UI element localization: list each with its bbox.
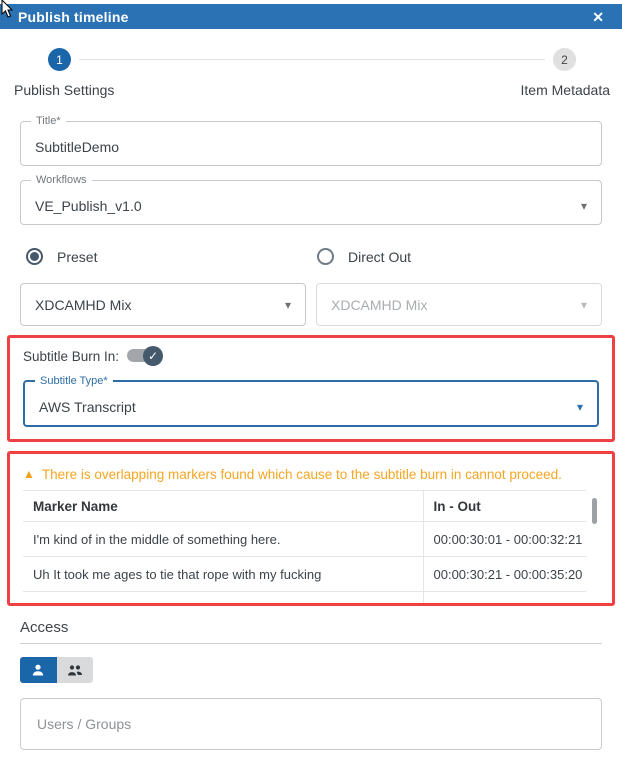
in-out-cell: 00:00:30:01 - 00:00:32:21 bbox=[423, 522, 586, 557]
subtitle-type-field[interactable]: Subtitle Type* AWS Transcript ▾ bbox=[23, 380, 599, 427]
dialog-header: Publish timeline ✕ bbox=[0, 4, 622, 29]
marker-name-cell bbox=[23, 592, 423, 604]
marker-name-cell: Uh It took me ages to tie that rope with… bbox=[23, 557, 423, 592]
users-group-icon bbox=[67, 664, 83, 677]
table-row-partial[interactable] bbox=[23, 592, 586, 604]
output-mode-radios: Preset Direct Out bbox=[20, 248, 602, 265]
radio-direct-out-label: Direct Out bbox=[348, 249, 411, 265]
column-header-marker-name: Marker Name bbox=[23, 491, 423, 522]
access-heading: Access bbox=[20, 619, 602, 636]
direct-out-dropdown-value: XDCAMHD Mix bbox=[331, 297, 427, 313]
table-scrollbar[interactable] bbox=[592, 498, 597, 524]
subtitle-burn-in-toggle[interactable]: ✓ bbox=[127, 346, 163, 366]
step-2-circle[interactable]: 2 bbox=[553, 48, 576, 71]
stepper-labels: Publish Settings Item Metadata bbox=[14, 82, 610, 98]
markers-table: Marker Name In - Out I'm kind of in the … bbox=[23, 490, 586, 603]
user-icon bbox=[31, 663, 45, 677]
preset-dropdown-row: XDCAMHD Mix ▾ XDCAMHD Mix ▾ bbox=[20, 283, 602, 326]
workflows-field[interactable]: Workflows VE_Publish_v1.0 ▾ bbox=[20, 180, 602, 225]
title-field[interactable]: Title* bbox=[20, 121, 602, 166]
warning-message: There is overlapping markers found which… bbox=[42, 467, 562, 482]
marker-name-cell: I'm kind of in the middle of something h… bbox=[23, 522, 423, 557]
users-toggle-button[interactable] bbox=[20, 657, 57, 683]
subtitle-section-annotation: Subtitle Burn In: ✓ Subtitle Type* AWS T… bbox=[7, 335, 615, 442]
workflows-selected-value: VE_Publish_v1.0 bbox=[35, 198, 573, 214]
in-out-cell: 00:00:30:21 - 00:00:35:20 bbox=[423, 557, 586, 592]
dialog-title: Publish timeline bbox=[18, 9, 129, 25]
column-header-in-out: In - Out bbox=[423, 491, 586, 522]
in-out-cell bbox=[423, 592, 586, 604]
mouse-cursor-icon bbox=[1, 0, 16, 20]
markers-table-container: Marker Name In - Out I'm kind of in the … bbox=[23, 490, 599, 603]
radio-direct-out-circle[interactable] bbox=[317, 248, 334, 265]
radio-preset-circle[interactable] bbox=[26, 248, 43, 265]
chevron-down-icon[interactable]: ▾ bbox=[573, 200, 587, 212]
users-groups-field[interactable] bbox=[20, 698, 602, 750]
table-row[interactable]: Uh It took me ages to tie that rope with… bbox=[23, 557, 586, 592]
access-type-toggle-group bbox=[20, 657, 93, 683]
radio-preset-label: Preset bbox=[57, 249, 97, 265]
radio-direct-out[interactable]: Direct Out bbox=[311, 248, 602, 265]
users-groups-input[interactable] bbox=[35, 715, 587, 733]
warning-triangle-icon: ▲ bbox=[23, 468, 35, 480]
title-field-label: Title* bbox=[31, 115, 66, 128]
subtitle-type-label: Subtitle Type* bbox=[35, 375, 113, 388]
toggle-check-icon: ✓ bbox=[143, 346, 163, 366]
direct-out-dropdown: XDCAMHD Mix ▾ bbox=[316, 283, 602, 326]
chevron-down-icon[interactable]: ▾ bbox=[569, 401, 583, 413]
overlap-warning-annotation: ▲ There is overlapping markers found whi… bbox=[7, 451, 615, 606]
subtitle-burn-in-row: Subtitle Burn In: ✓ bbox=[23, 344, 599, 368]
preset-dropdown[interactable]: XDCAMHD Mix ▾ bbox=[20, 283, 306, 326]
step-2-label: Item Metadata bbox=[521, 82, 611, 98]
preset-dropdown-value: XDCAMHD Mix bbox=[35, 297, 131, 313]
step-1-label: Publish Settings bbox=[14, 82, 114, 98]
publish-timeline-dialog: Publish timeline ✕ 1 2 Publish Settings … bbox=[0, 0, 622, 771]
stepper-connector bbox=[79, 59, 545, 60]
chevron-down-icon[interactable]: ▾ bbox=[285, 298, 291, 312]
table-row[interactable]: I'm kind of in the middle of something h… bbox=[23, 522, 586, 557]
access-divider bbox=[20, 643, 602, 644]
dialog-body: 1 2 Publish Settings Item Metadata Title… bbox=[0, 48, 622, 771]
warning-row: ▲ There is overlapping markers found whi… bbox=[23, 462, 599, 486]
table-header-row: Marker Name In - Out bbox=[23, 491, 586, 522]
title-input[interactable] bbox=[35, 139, 587, 155]
chevron-down-icon: ▾ bbox=[581, 298, 587, 312]
close-icon[interactable]: ✕ bbox=[592, 10, 604, 24]
subtitle-type-selected-value: AWS Transcript bbox=[39, 399, 569, 415]
radio-preset[interactable]: Preset bbox=[20, 248, 311, 265]
subtitle-burn-in-label: Subtitle Burn In: bbox=[23, 349, 119, 364]
stepper: 1 2 bbox=[20, 48, 602, 71]
step-1-circle[interactable]: 1 bbox=[48, 48, 71, 71]
groups-toggle-button[interactable] bbox=[57, 657, 94, 683]
workflows-field-label: Workflows bbox=[31, 174, 92, 187]
